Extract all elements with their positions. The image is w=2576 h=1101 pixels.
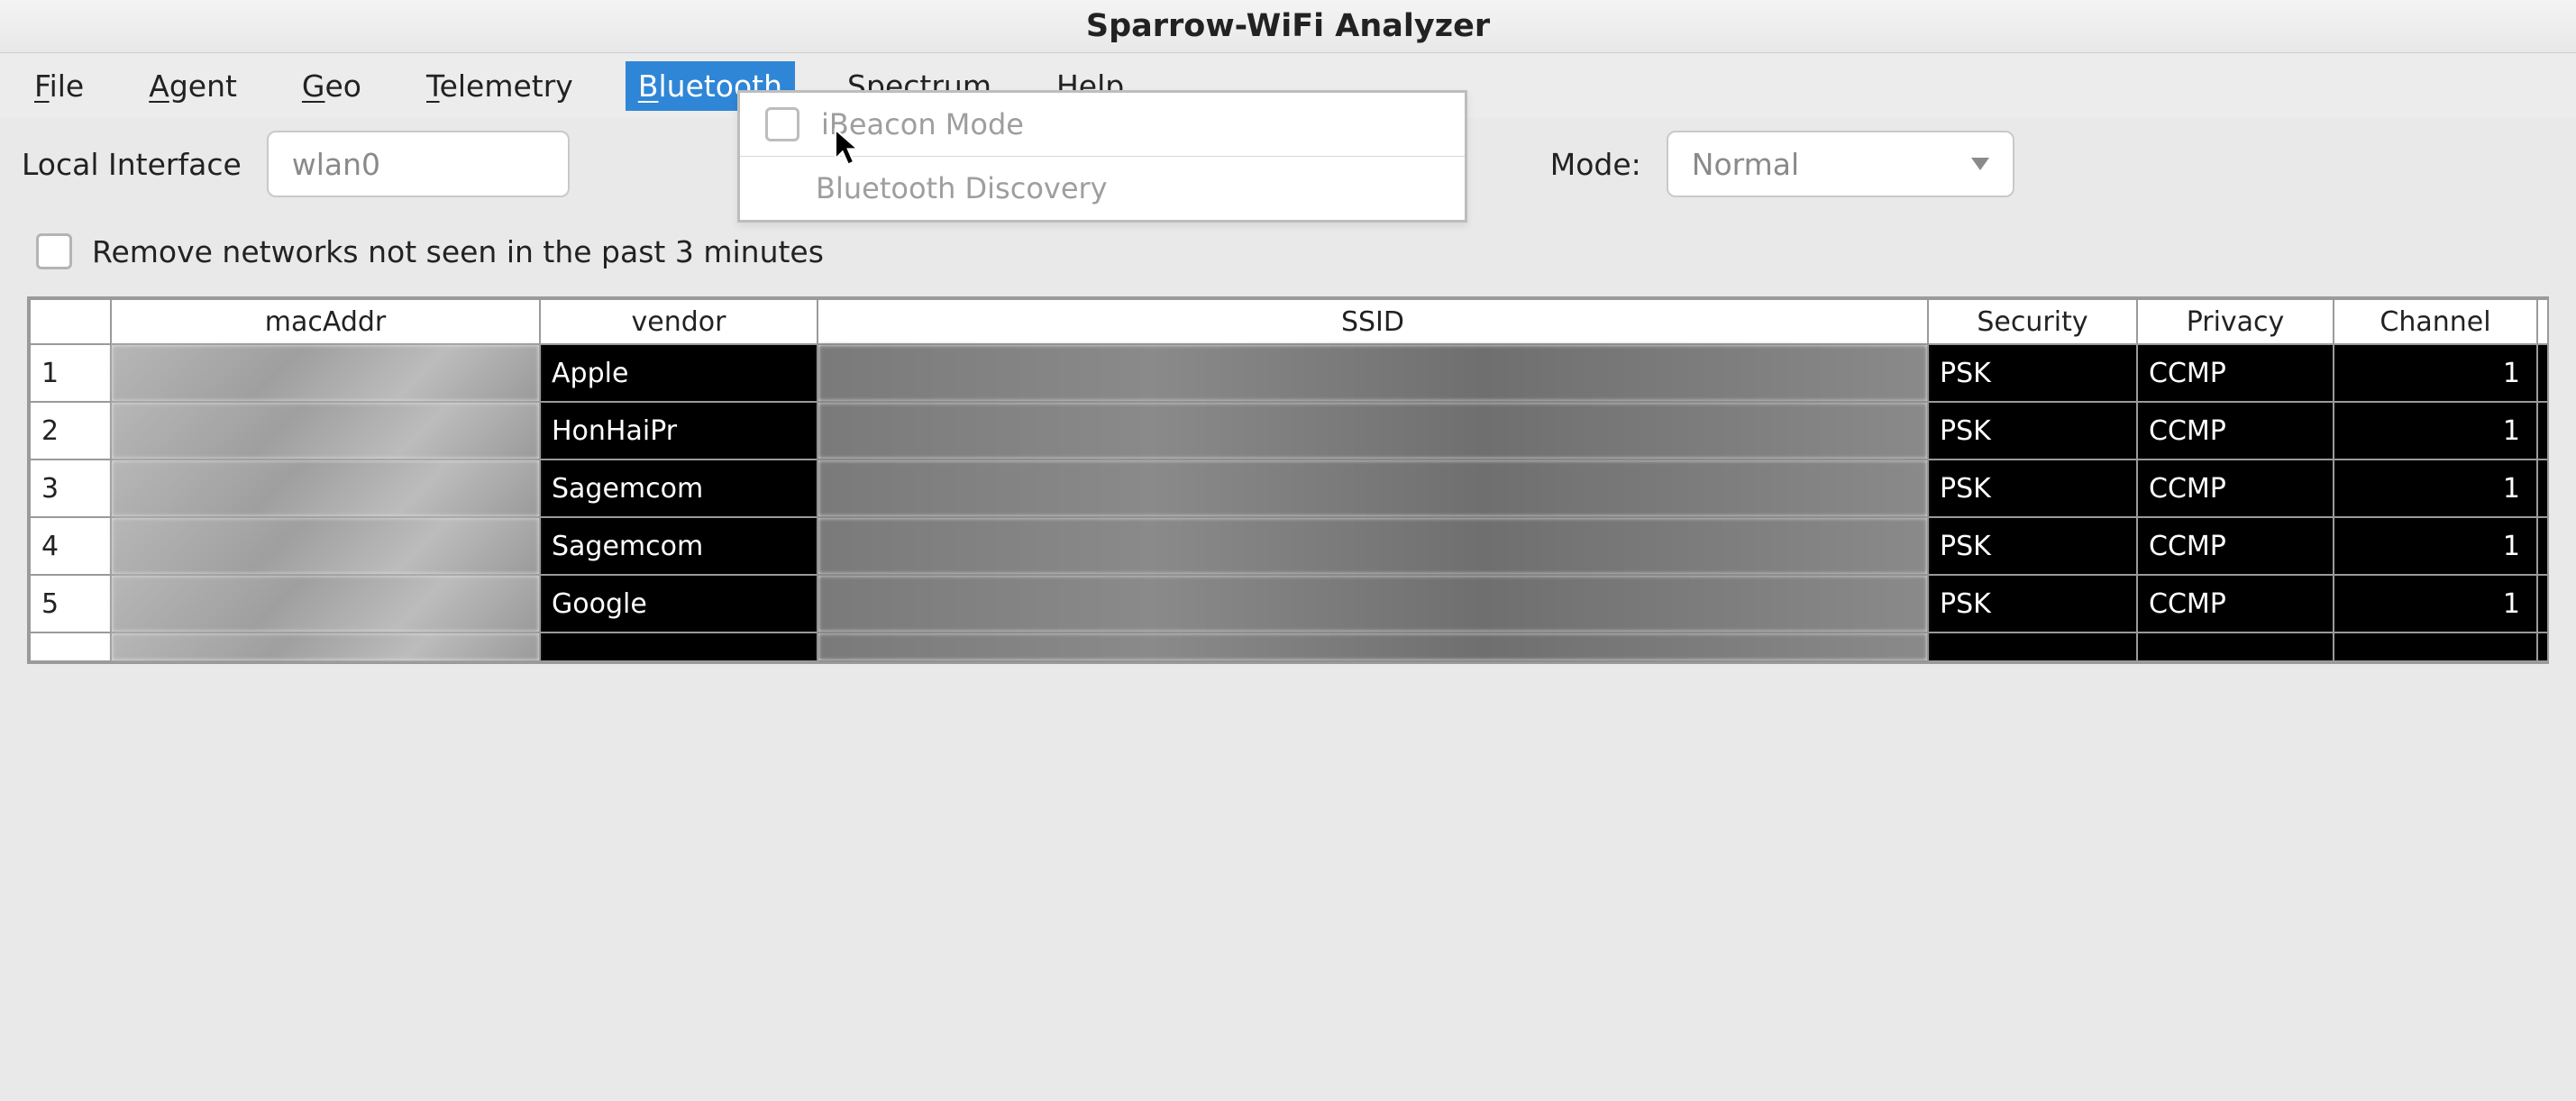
mode-select[interactable]: Normal bbox=[1667, 131, 2014, 197]
menu-geo[interactable]: Geo bbox=[289, 61, 374, 111]
cell-ssid bbox=[818, 517, 1928, 575]
cell-macaddr bbox=[111, 632, 540, 661]
cell-privacy bbox=[2137, 632, 2334, 661]
table-row[interactable]: 1ApplePSKCCMP1 bbox=[30, 344, 2549, 402]
menu-item-bluetooth-discovery[interactable]: Bluetooth Discovery bbox=[740, 156, 1465, 220]
cell-channel: 1 bbox=[2334, 575, 2537, 632]
cell-macaddr bbox=[111, 402, 540, 460]
menu-item-label: iBeacon Mode bbox=[821, 107, 1024, 141]
cell-ssid bbox=[818, 575, 1928, 632]
cell-ssid bbox=[818, 344, 1928, 402]
col-header-freq[interactable]: Frequ bbox=[2537, 299, 2549, 344]
table-row[interactable]: 5 Google PSKCCMP1 bbox=[30, 575, 2549, 632]
row-index: 3 bbox=[30, 460, 111, 517]
row-index bbox=[30, 632, 111, 661]
checkbox-icon bbox=[765, 107, 799, 141]
row-index: 1 bbox=[30, 344, 111, 402]
col-header-channel[interactable]: Channel bbox=[2334, 299, 2537, 344]
cell-freq bbox=[2537, 575, 2549, 632]
col-header-row[interactable] bbox=[30, 299, 111, 344]
cell-vendor: Apple bbox=[540, 344, 818, 402]
menu-file[interactable]: File bbox=[22, 61, 96, 111]
cell-channel: 1 bbox=[2334, 517, 2537, 575]
cell-vendor: HonHaiPr bbox=[540, 402, 818, 460]
cell-security bbox=[1928, 632, 2137, 661]
cell-privacy: CCMP bbox=[2137, 402, 2334, 460]
cell-freq bbox=[2537, 632, 2549, 661]
cell-macaddr bbox=[111, 517, 540, 575]
cell-vendor bbox=[540, 632, 818, 661]
table-row[interactable]: 4 Sagemcom PSKCCMP1 bbox=[30, 517, 2549, 575]
remove-networks-checkbox[interactable] bbox=[36, 233, 72, 269]
cell-macaddr bbox=[111, 575, 540, 632]
cell-security: PSK bbox=[1928, 575, 2137, 632]
table-row[interactable] bbox=[30, 632, 2549, 661]
row-index: 4 bbox=[30, 517, 111, 575]
col-header-privacy[interactable]: Privacy bbox=[2137, 299, 2334, 344]
row-index: 5 bbox=[30, 575, 111, 632]
col-header-vendor[interactable]: vendor bbox=[540, 299, 818, 344]
window-title-text: Sparrow-WiFi Analyzer bbox=[1086, 8, 1490, 44]
cell-ssid bbox=[818, 460, 1928, 517]
remove-networks-row: Remove networks not seen in the past 3 m… bbox=[0, 233, 2576, 296]
cell-channel: 1 bbox=[2334, 344, 2537, 402]
networks-table: macAddr vendor SSID Security Privacy Cha… bbox=[27, 296, 2549, 664]
window-title: Sparrow-WiFi Analyzer bbox=[0, 0, 2576, 53]
mode-value: Normal bbox=[1692, 147, 1799, 182]
menu-agent[interactable]: Agent bbox=[136, 61, 250, 111]
cell-freq bbox=[2537, 402, 2549, 460]
cell-privacy: CCMP bbox=[2137, 575, 2334, 632]
cell-ssid bbox=[818, 402, 1928, 460]
menu-telemetry[interactable]: Telemetry bbox=[414, 61, 586, 111]
mode-label: Mode: bbox=[1550, 147, 1641, 182]
cell-vendor: Sagemcom bbox=[540, 460, 818, 517]
remove-networks-label: Remove networks not seen in the past 3 m… bbox=[92, 234, 824, 269]
col-header-macaddr[interactable]: macAddr bbox=[111, 299, 540, 344]
cell-vendor: Google bbox=[540, 575, 818, 632]
cell-ssid bbox=[818, 632, 1928, 661]
cell-channel bbox=[2334, 632, 2537, 661]
cell-privacy: CCMP bbox=[2137, 517, 2334, 575]
cell-freq bbox=[2537, 517, 2549, 575]
cell-macaddr bbox=[111, 460, 540, 517]
col-header-ssid[interactable]: SSID bbox=[818, 299, 1928, 344]
col-header-security[interactable]: Security bbox=[1928, 299, 2137, 344]
local-interface-value: wlan0 bbox=[292, 147, 380, 182]
cell-freq bbox=[2537, 344, 2549, 402]
chevron-down-icon bbox=[1971, 158, 1989, 170]
cell-security: PSK bbox=[1928, 402, 2137, 460]
local-interface-label: Local Interface bbox=[22, 147, 242, 182]
bluetooth-menu-dropdown: iBeacon Mode Bluetooth Discovery bbox=[737, 90, 1467, 223]
table-header-row: macAddr vendor SSID Security Privacy Cha… bbox=[30, 299, 2549, 344]
cell-channel: 1 bbox=[2334, 402, 2537, 460]
cell-privacy: CCMP bbox=[2137, 460, 2334, 517]
menu-item-label: Bluetooth Discovery bbox=[816, 171, 1108, 205]
cell-macaddr bbox=[111, 344, 540, 402]
table-row[interactable]: 3 Sagemcom PSKCCMP1 bbox=[30, 460, 2549, 517]
cell-security: PSK bbox=[1928, 460, 2137, 517]
local-interface-select[interactable]: wlan0 bbox=[267, 131, 570, 197]
cell-freq bbox=[2537, 460, 2549, 517]
cell-security: PSK bbox=[1928, 517, 2137, 575]
cell-privacy: CCMP bbox=[2137, 344, 2334, 402]
menu-item-ibeacon-mode[interactable]: iBeacon Mode bbox=[740, 93, 1465, 156]
table-row[interactable]: 2 HonHaiPr PSKCCMP1 bbox=[30, 402, 2549, 460]
cell-vendor: Sagemcom bbox=[540, 517, 818, 575]
cell-channel: 1 bbox=[2334, 460, 2537, 517]
cell-security: PSK bbox=[1928, 344, 2137, 402]
row-index: 2 bbox=[30, 402, 111, 460]
